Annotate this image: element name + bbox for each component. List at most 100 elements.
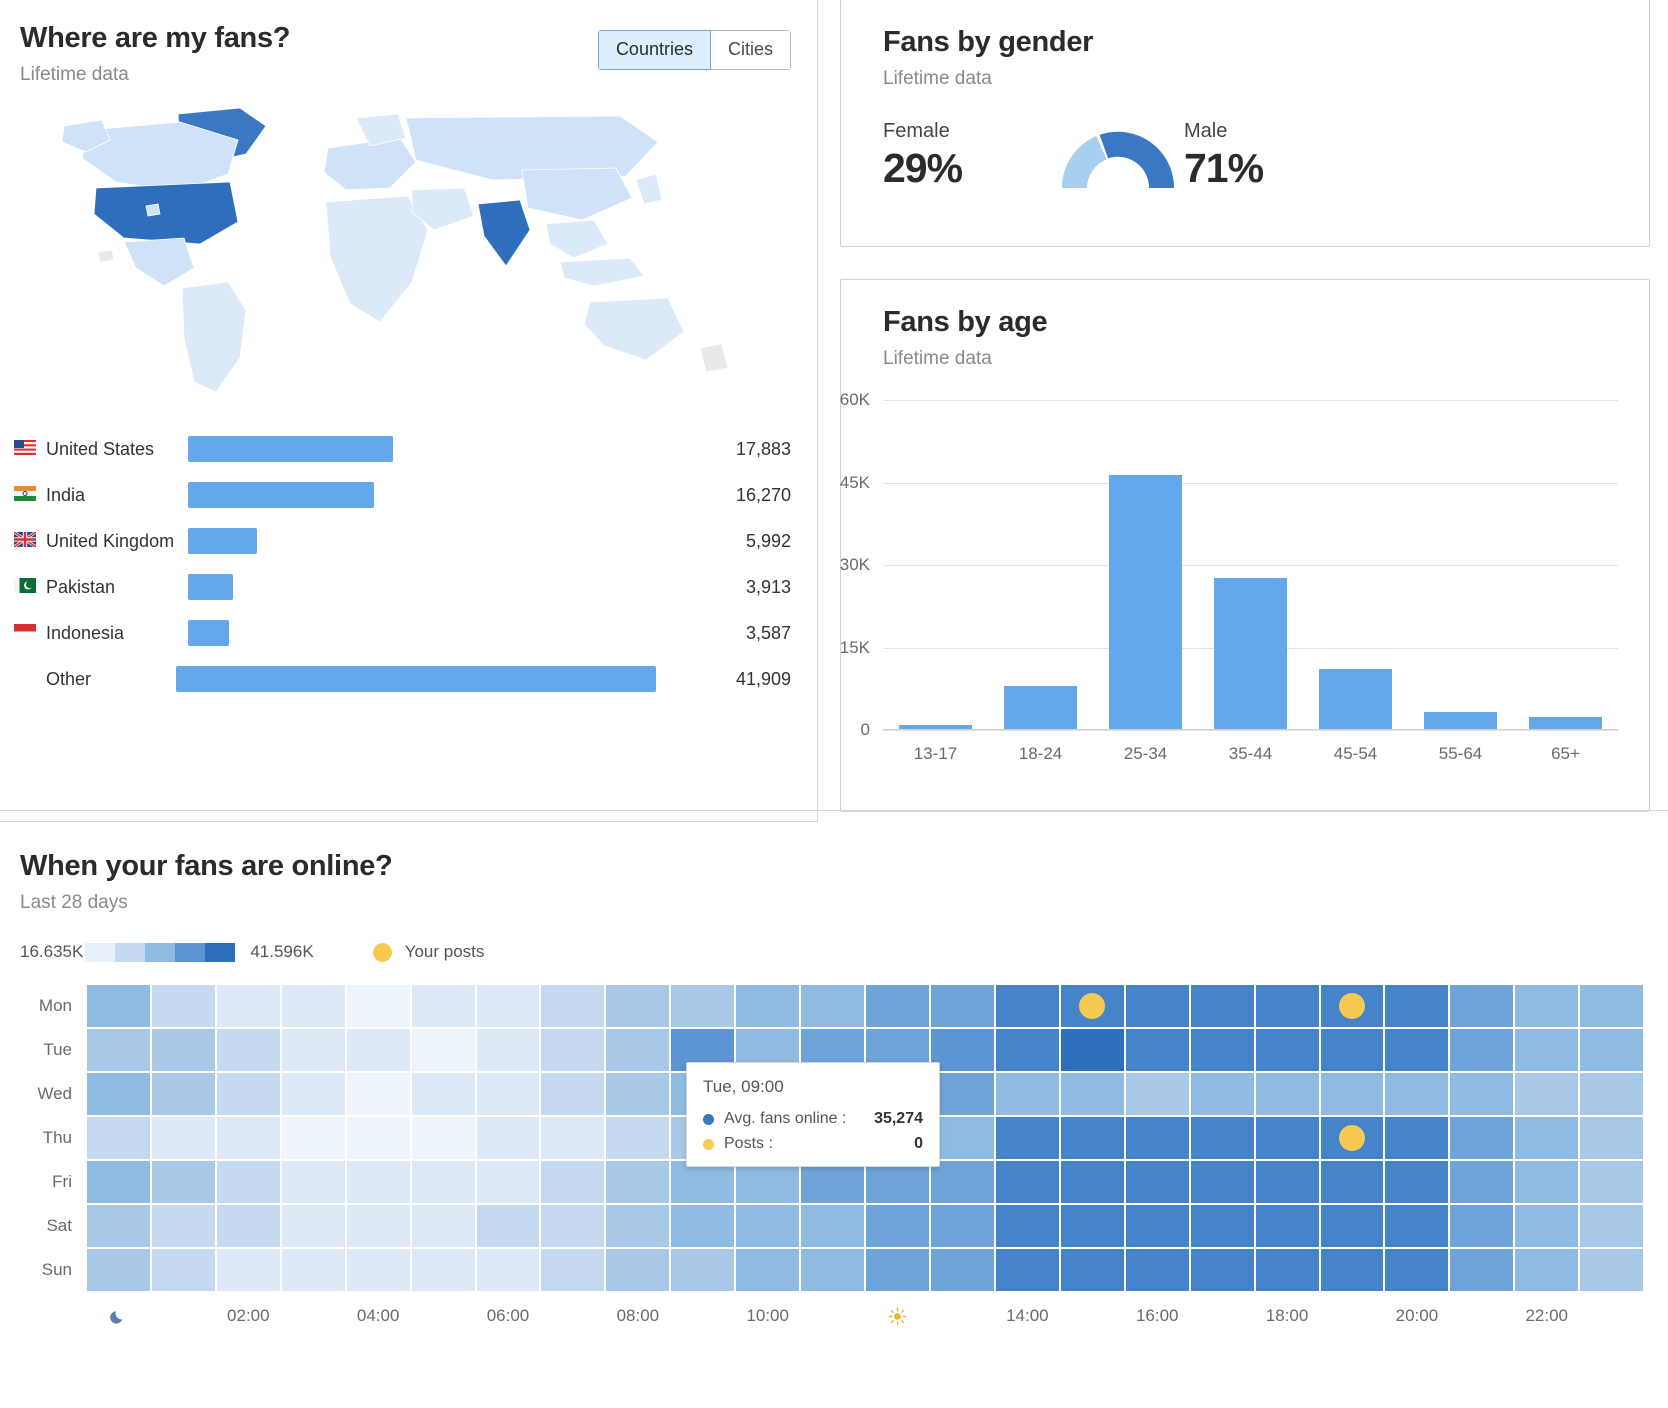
heatmap-cell[interactable] (1385, 1029, 1449, 1071)
heatmap-cell[interactable] (411, 985, 475, 1027)
heatmap-cell[interactable] (476, 1161, 540, 1203)
heatmap-cell[interactable] (1580, 1029, 1644, 1071)
heatmap-cell[interactable] (1060, 1073, 1124, 1115)
heatmap-cell[interactable] (736, 1205, 800, 1247)
heatmap-cell[interactable] (930, 1205, 994, 1247)
heatmap-cell[interactable] (606, 1205, 670, 1247)
bar-column[interactable] (1093, 400, 1198, 729)
heatmap-cell[interactable] (1385, 1249, 1449, 1291)
bar-column[interactable] (1303, 400, 1408, 729)
heatmap-cell[interactable] (216, 1161, 280, 1203)
heatmap-cell[interactable] (151, 1161, 215, 1203)
heatmap-cell[interactable] (1580, 1205, 1644, 1247)
heatmap-cell[interactable] (411, 1205, 475, 1247)
heatmap-cell[interactable] (541, 985, 605, 1027)
world-map[interactable] (0, 90, 818, 420)
heatmap-cell[interactable] (1255, 1117, 1319, 1159)
heatmap-cell[interactable] (346, 1029, 410, 1071)
age-bar[interactable] (1319, 668, 1392, 729)
heatmap-cell[interactable] (87, 985, 150, 1027)
heatmap-cell[interactable] (216, 985, 280, 1027)
heatmap-cell[interactable] (606, 1029, 670, 1071)
heatmap-cell[interactable] (1190, 1161, 1254, 1203)
heatmap-cell[interactable] (346, 1205, 410, 1247)
heatmap-cell[interactable] (1385, 1073, 1449, 1115)
heatmap-cell[interactable] (476, 1117, 540, 1159)
heatmap-cell[interactable] (866, 1205, 929, 1247)
heatmap-cell[interactable] (1320, 1117, 1384, 1159)
heatmap-cell[interactable] (216, 1029, 280, 1071)
heatmap-cell[interactable] (1450, 1249, 1514, 1291)
heatmap-cell[interactable] (1060, 1029, 1124, 1071)
bar-column[interactable] (1198, 400, 1303, 729)
heatmap-cell[interactable] (281, 1161, 345, 1203)
heatmap-cell[interactable] (1450, 1029, 1514, 1071)
heatmap-cell[interactable] (1255, 985, 1319, 1027)
heatmap-cell[interactable] (930, 985, 994, 1027)
age-bar[interactable] (1109, 474, 1182, 729)
heatmap-cell[interactable] (671, 1161, 735, 1203)
heatmap-cell[interactable] (1060, 1249, 1124, 1291)
heatmap-cell[interactable] (1580, 985, 1644, 1027)
heatmap-cell[interactable] (1320, 1029, 1384, 1071)
heatmap-cell[interactable] (606, 1073, 670, 1115)
heatmap-cell[interactable] (866, 1161, 929, 1203)
heatmap-cell[interactable] (1515, 985, 1579, 1027)
heatmap-cell[interactable] (1190, 1029, 1254, 1071)
heatmap-cell[interactable] (1450, 1161, 1514, 1203)
heatmap-cell[interactable] (476, 1029, 540, 1071)
heatmap-cell[interactable] (541, 1161, 605, 1203)
bar-column[interactable] (988, 400, 1093, 729)
country-row[interactable]: Other 41,909 (12, 656, 791, 702)
country-row[interactable]: Pakistan 3,913 (12, 564, 791, 610)
heatmap-cell[interactable] (151, 1249, 215, 1291)
heatmap-cell[interactable] (1450, 1073, 1514, 1115)
heatmap-cell[interactable] (1515, 1073, 1579, 1115)
heatmap-cell[interactable] (801, 1249, 865, 1291)
heatmap-cell[interactable] (1515, 1249, 1579, 1291)
heatmap-cell[interactable] (736, 1249, 800, 1291)
heatmap-cell[interactable] (281, 1029, 345, 1071)
heatmap-cell[interactable] (1320, 1161, 1384, 1203)
heatmap-cell[interactable] (930, 1073, 994, 1115)
heatmap-cell[interactable] (1125, 1161, 1189, 1203)
heatmap-cell[interactable] (995, 985, 1059, 1027)
heatmap-cell[interactable] (930, 1029, 994, 1071)
heatmap-cell[interactable] (1255, 1205, 1319, 1247)
geo-scope-toggle[interactable]: Countries Cities (597, 30, 791, 70)
heatmap-cell[interactable] (1320, 1249, 1384, 1291)
heatmap-cell[interactable] (151, 1117, 215, 1159)
heatmap-cell[interactable] (216, 1205, 280, 1247)
post-marker-dot[interactable] (1079, 993, 1106, 1019)
heatmap-cell[interactable] (1385, 1161, 1449, 1203)
heatmap-cell[interactable] (281, 985, 345, 1027)
heatmap-cell[interactable] (801, 1161, 865, 1203)
heatmap-cell[interactable] (1255, 1073, 1319, 1115)
heatmap-cell[interactable] (930, 1161, 994, 1203)
age-bar[interactable] (1424, 711, 1497, 729)
country-row[interactable]: Indonesia 3,587 (12, 610, 791, 656)
heatmap-cell[interactable] (281, 1249, 345, 1291)
post-marker-dot[interactable] (1338, 1125, 1365, 1151)
country-row[interactable]: United States 17,883 (12, 426, 791, 472)
heatmap-cell[interactable] (346, 1117, 410, 1159)
heatmap-cell[interactable] (1385, 1205, 1449, 1247)
heatmap-cell[interactable] (671, 1249, 735, 1291)
heatmap-cell[interactable] (216, 1117, 280, 1159)
heatmap-cell[interactable] (87, 1205, 150, 1247)
heatmap-cell[interactable] (1255, 1161, 1319, 1203)
heatmap-cell[interactable] (1190, 1205, 1254, 1247)
heatmap-cell[interactable] (1385, 985, 1449, 1027)
heatmap-cell[interactable] (1125, 1117, 1189, 1159)
heatmap-cell[interactable] (1255, 1249, 1319, 1291)
heatmap-cell[interactable] (281, 1205, 345, 1247)
bar-column[interactable] (1513, 400, 1618, 729)
heatmap-cell[interactable] (1125, 1249, 1189, 1291)
heatmap-cell[interactable] (1515, 1205, 1579, 1247)
heatmap-cell[interactable] (541, 1205, 605, 1247)
heatmap-cell[interactable] (1580, 1249, 1644, 1291)
heatmap-cell[interactable] (541, 1249, 605, 1291)
tab-cities[interactable]: Cities (710, 30, 791, 70)
heatmap-cell[interactable] (346, 985, 410, 1027)
heatmap-cell[interactable] (1515, 1029, 1579, 1071)
